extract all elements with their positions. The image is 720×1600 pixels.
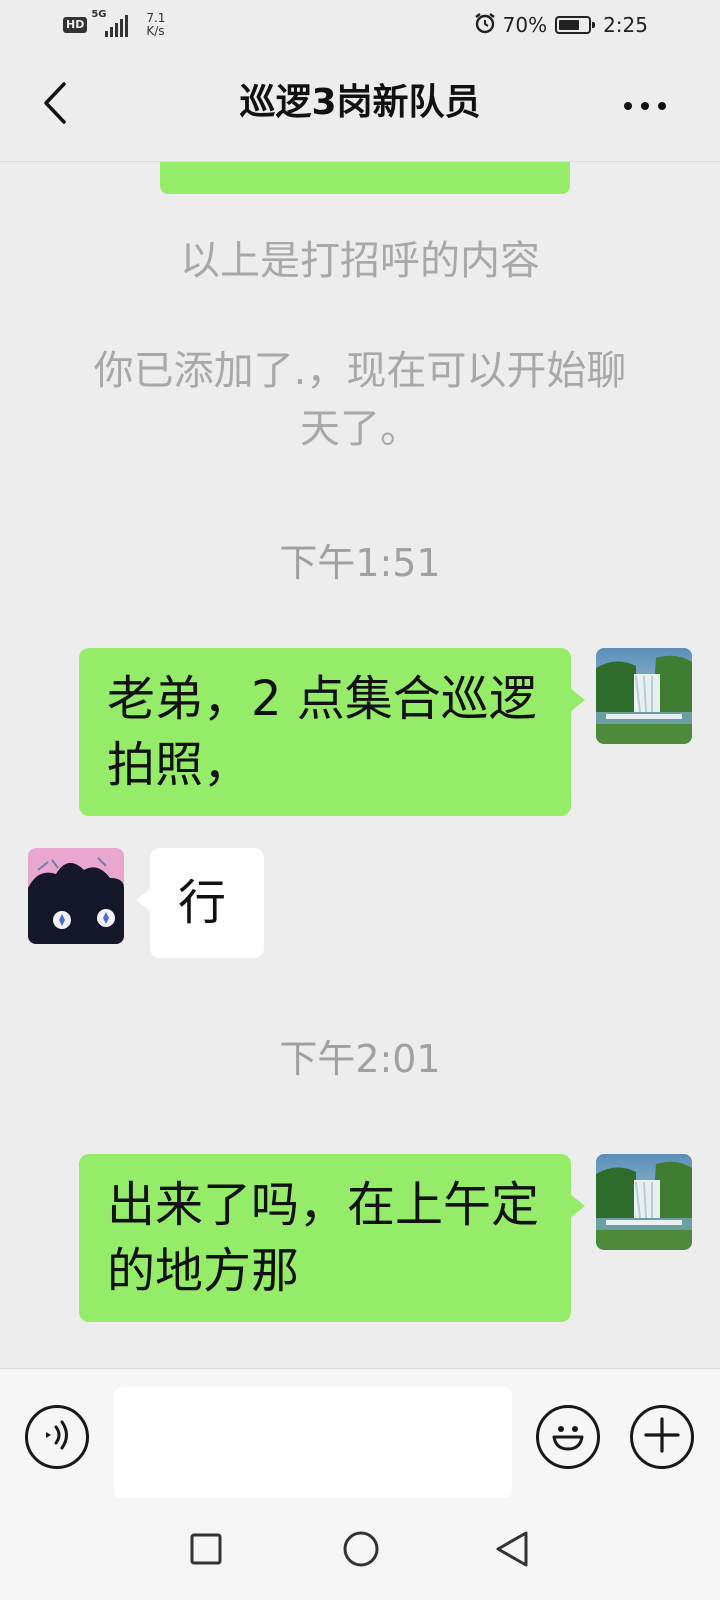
battery-fill bbox=[559, 20, 579, 30]
avatar-me[interactable] bbox=[596, 1154, 692, 1250]
chevron-left-icon bbox=[40, 81, 70, 129]
avatar-contact[interactable] bbox=[28, 848, 124, 944]
avatar-me[interactable] bbox=[596, 648, 692, 744]
nav-back-button[interactable] bbox=[487, 1526, 537, 1576]
status-right: 70% 2:25 bbox=[473, 10, 648, 40]
message-input[interactable] bbox=[114, 1387, 512, 1499]
alarm-icon bbox=[473, 11, 497, 40]
timestamp: 下午1:51 bbox=[279, 541, 441, 585]
status-left: HD 5G 7.1 K/s bbox=[63, 9, 165, 40]
back-button[interactable] bbox=[30, 80, 80, 130]
emoji-icon bbox=[546, 1413, 590, 1461]
net-speed: 7.1 K/s bbox=[146, 12, 165, 38]
message-bubble-sent[interactable]: 出来了吗，在上午定的地方那 bbox=[79, 1154, 585, 1322]
plus-icon bbox=[642, 1415, 682, 1459]
square-icon bbox=[189, 1532, 223, 1570]
network-type-label: 5G bbox=[91, 9, 107, 20]
message-bubble-sent[interactable]: 老弟，2 点集合巡逻拍照， bbox=[79, 648, 585, 816]
more-button[interactable] bbox=[610, 80, 680, 130]
add-button[interactable] bbox=[630, 1405, 694, 1469]
signal-icon: 5G bbox=[91, 9, 129, 37]
battery-icon bbox=[555, 16, 596, 34]
message-bubble-partial bbox=[160, 162, 570, 194]
nav-recent-button[interactable] bbox=[181, 1526, 231, 1576]
net-speed-unit: K/s bbox=[146, 24, 165, 38]
voice-icon bbox=[40, 1418, 74, 1456]
net-speed-value: 7.1 bbox=[146, 11, 166, 25]
chat-area[interactable]: 以上是打招呼的内容 你已添加了.，现在可以开始聊天了。 下午1:51 老弟，2 … bbox=[0, 162, 720, 1368]
hd-badge: HD bbox=[63, 17, 88, 33]
battery-percent: 70% bbox=[502, 13, 548, 37]
page-title: 巡逻3岗新队员 bbox=[239, 82, 481, 123]
triangle-back-icon bbox=[494, 1530, 530, 1572]
circle-icon bbox=[342, 1530, 380, 1572]
system-nav-bar bbox=[0, 1498, 720, 1600]
more-dots-icon bbox=[623, 96, 667, 115]
status-bar: HD 5G 7.1 K/s 70% 2:25 bbox=[0, 0, 720, 50]
emoji-button[interactable] bbox=[536, 1405, 600, 1469]
system-message: 以上是打招呼的内容 bbox=[180, 238, 540, 284]
voice-button[interactable] bbox=[25, 1405, 89, 1469]
input-bar bbox=[0, 1368, 720, 1499]
timestamp: 下午2:01 bbox=[279, 1037, 441, 1081]
system-message: 你已添加了.，现在可以开始聊天了。 bbox=[93, 348, 627, 452]
chat-header: 巡逻3岗新队员 bbox=[0, 50, 720, 162]
status-time: 2:25 bbox=[603, 13, 648, 37]
nav-home-button[interactable] bbox=[336, 1526, 386, 1576]
message-bubble-received[interactable]: 行 bbox=[136, 848, 264, 958]
